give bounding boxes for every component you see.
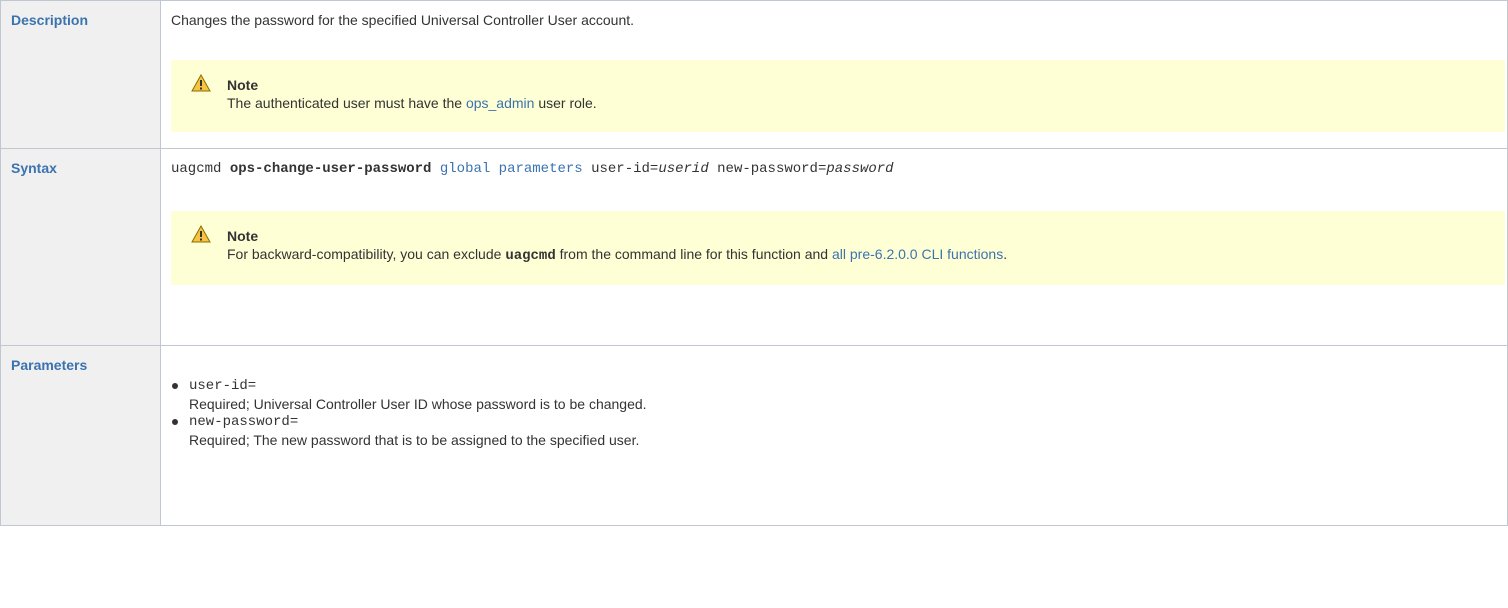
note-text-middle: from the command line for this function … (555, 246, 832, 262)
syntax-header: Syntax (0, 148, 161, 346)
syntax-row: Syntax uagcmd ops-change-user-password g… (0, 148, 1508, 346)
note-title: Note (227, 77, 259, 93)
description-cell: Changes the password for the specified U… (160, 0, 1508, 149)
parameter-name: user-id= (189, 378, 257, 394)
list-item: user-id= Required; Universal Controller … (172, 377, 1497, 413)
description-header: Description (0, 0, 161, 149)
description-row: Description Changes the password for the… (0, 0, 1508, 149)
parameters-header: Parameters (0, 345, 161, 526)
list-item: new-password= Required; The new password… (172, 413, 1497, 449)
note-body: For backward-compatibility, you can excl… (227, 245, 1485, 265)
description-text: Changes the password for the specified U… (171, 12, 635, 28)
warning-icon (191, 225, 211, 243)
syntax-new-password-value: password (826, 161, 894, 177)
note-text: The authenticated user must have the (227, 95, 466, 111)
cli-functions-link[interactable]: all pre-6.2.0.0 CLI functions (832, 246, 1003, 262)
syntax-space (431, 161, 439, 177)
command-reference-table: Description Changes the password for the… (0, 0, 1508, 526)
syntax-cmd: uagcmd (171, 161, 230, 177)
note-panel: Note For backward-compatibility, you can… (171, 211, 1505, 285)
note-text-end: user role. (534, 95, 597, 111)
parameter-name: new-password= (189, 414, 299, 430)
syntax-function: ops-change-user-password (229, 161, 432, 177)
warning-icon (191, 74, 211, 92)
note-text: For backward-compatibility, you can excl… (227, 246, 506, 262)
note-title: Note (227, 228, 259, 244)
note-panel: Note The authenticated user must have th… (171, 60, 1505, 132)
parameter-description: Required; Universal Controller User ID w… (189, 396, 647, 412)
bullet-icon (172, 419, 178, 425)
syntax-user-id-value: userid (658, 161, 709, 177)
note-code: uagcmd (505, 248, 556, 264)
syntax-line: uagcmd ops-change-user-password global p… (171, 160, 1497, 178)
global-parameters-link[interactable]: global parameters (440, 161, 583, 177)
parameters-cell: user-id= Required; Universal Controller … (160, 345, 1508, 526)
syntax-user-id-key: user-id= (582, 161, 659, 177)
ops-admin-link[interactable]: ops_admin (466, 95, 535, 111)
note-body: The authenticated user must have the ops… (227, 94, 1485, 112)
parameter-description: Required; The new password that is to be… (189, 432, 640, 448)
note-text-end: . (1003, 246, 1008, 262)
parameters-list: user-id= Required; Universal Controller … (171, 377, 1497, 449)
syntax-new-password-key: new-password= (708, 161, 827, 177)
syntax-cell: uagcmd ops-change-user-password global p… (160, 148, 1508, 346)
parameters-row: Parameters user-id= Required; Universal … (0, 345, 1508, 526)
bullet-icon (172, 383, 178, 389)
